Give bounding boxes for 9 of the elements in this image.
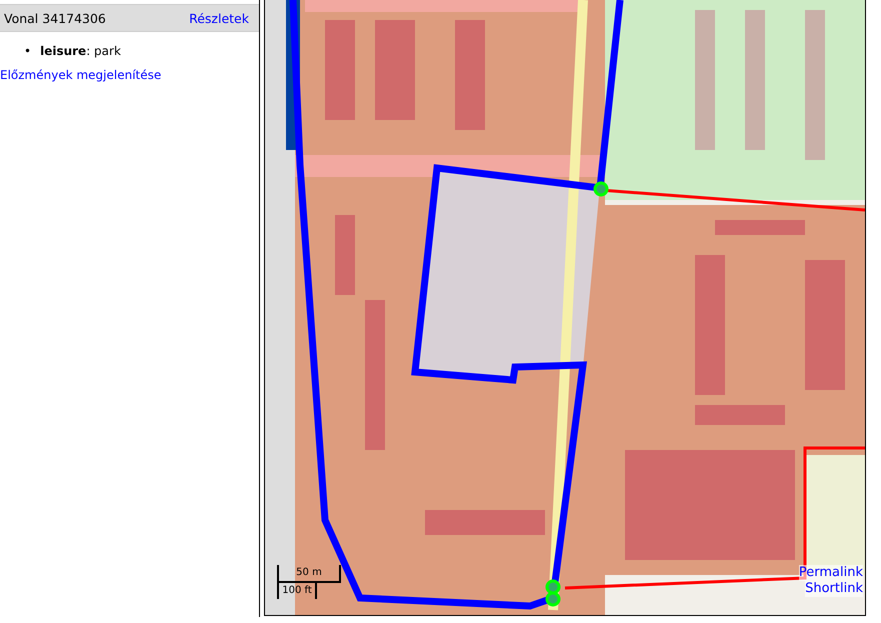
scale-metric: 50 m bbox=[277, 565, 341, 583]
bullet: • bbox=[24, 43, 32, 60]
tag-item: leisure: park bbox=[40, 43, 121, 60]
way-title: Vonal 34174306 bbox=[4, 10, 106, 26]
map-link[interactable]: Shortlink bbox=[805, 581, 863, 597]
scale-imperial: 100 ft bbox=[277, 583, 317, 599]
history-link[interactable]: Előzmények megjelenítése bbox=[0, 68, 162, 82]
map-link[interactable]: Permalink bbox=[798, 565, 863, 581]
details-link[interactable]: Részletek bbox=[189, 10, 249, 26]
